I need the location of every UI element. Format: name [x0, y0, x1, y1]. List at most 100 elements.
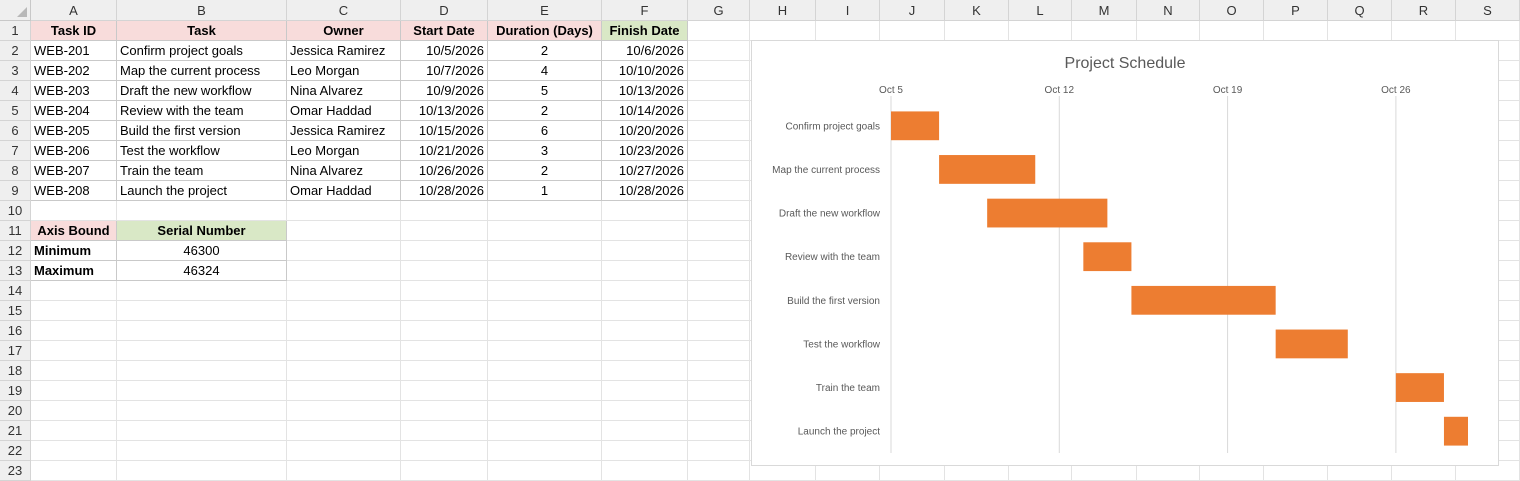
- column-header-s[interactable]: S: [1456, 0, 1520, 21]
- task-name-cell[interactable]: Test the workflow: [117, 141, 287, 161]
- column-header-l[interactable]: L: [1009, 0, 1072, 21]
- finish-date-cell[interactable]: 10/28/2026: [602, 181, 688, 201]
- finish-date-cell[interactable]: 10/23/2026: [602, 141, 688, 161]
- row-header-15[interactable]: 15: [0, 301, 31, 321]
- row-header-2[interactable]: 2: [0, 41, 31, 61]
- row-header-11[interactable]: 11: [0, 221, 31, 241]
- finish-date-cell[interactable]: 10/10/2026: [602, 61, 688, 81]
- task-id-cell[interactable]: WEB-207: [31, 161, 117, 181]
- finish-date-cell[interactable]: 10/14/2026: [602, 101, 688, 121]
- finish-date-cell[interactable]: 10/13/2026: [602, 81, 688, 101]
- serial-number-header[interactable]: Serial Number: [117, 221, 287, 241]
- start-date-cell[interactable]: 10/15/2026: [401, 121, 488, 141]
- start-date-header[interactable]: Start Date: [401, 21, 488, 41]
- serial-number-cell[interactable]: 46300: [117, 241, 287, 261]
- owner-cell[interactable]: Jessica Ramirez: [287, 121, 401, 141]
- column-header-r[interactable]: R: [1392, 0, 1456, 21]
- task-name-cell[interactable]: Map the current process: [117, 61, 287, 81]
- column-header-a[interactable]: A: [31, 0, 117, 21]
- duration-cell[interactable]: 2: [488, 101, 602, 121]
- owner-cell[interactable]: Leo Morgan: [287, 61, 401, 81]
- row-header-13[interactable]: 13: [0, 261, 31, 281]
- task-name-cell[interactable]: Confirm project goals: [117, 41, 287, 61]
- owner-header[interactable]: Owner: [287, 21, 401, 41]
- column-header-h[interactable]: H: [750, 0, 816, 21]
- column-header-m[interactable]: M: [1072, 0, 1137, 21]
- start-date-cell[interactable]: 10/26/2026: [401, 161, 488, 181]
- row-header-10[interactable]: 10: [0, 201, 31, 221]
- owner-cell[interactable]: Nina Alvarez: [287, 81, 401, 101]
- start-date-cell[interactable]: 10/13/2026: [401, 101, 488, 121]
- duration-cell[interactable]: 1: [488, 181, 602, 201]
- task-name-cell[interactable]: Build the first version: [117, 121, 287, 141]
- task-id-cell[interactable]: WEB-201: [31, 41, 117, 61]
- select-all-corner[interactable]: [0, 0, 31, 21]
- duration-cell[interactable]: 2: [488, 41, 602, 61]
- column-header-q[interactable]: Q: [1328, 0, 1392, 21]
- column-header-j[interactable]: J: [880, 0, 945, 21]
- column-header-p[interactable]: P: [1264, 0, 1328, 21]
- row-header-16[interactable]: 16: [0, 321, 31, 341]
- owner-cell[interactable]: Jessica Ramirez: [287, 41, 401, 61]
- owner-cell[interactable]: Omar Haddad: [287, 101, 401, 121]
- row-header-14[interactable]: 14: [0, 281, 31, 301]
- task-id-cell[interactable]: WEB-202: [31, 61, 117, 81]
- row-header-1[interactable]: 1: [0, 21, 31, 41]
- row-header-9[interactable]: 9: [0, 181, 31, 201]
- column-header-n[interactable]: N: [1137, 0, 1200, 21]
- row-header-21[interactable]: 21: [0, 421, 31, 441]
- start-date-cell[interactable]: 10/7/2026: [401, 61, 488, 81]
- row-header-7[interactable]: 7: [0, 141, 31, 161]
- finish-date-cell[interactable]: 10/6/2026: [602, 41, 688, 61]
- column-header-i[interactable]: I: [816, 0, 880, 21]
- row-header-4[interactable]: 4: [0, 81, 31, 101]
- task-id-cell[interactable]: WEB-203: [31, 81, 117, 101]
- column-header-e[interactable]: E: [488, 0, 602, 21]
- start-date-cell[interactable]: 10/9/2026: [401, 81, 488, 101]
- task-id-header[interactable]: Task ID: [31, 21, 117, 41]
- row-header-23[interactable]: 23: [0, 461, 31, 481]
- start-date-cell[interactable]: 10/5/2026: [401, 41, 488, 61]
- column-header-g[interactable]: G: [688, 0, 750, 21]
- row-header-17[interactable]: 17: [0, 341, 31, 361]
- row-header-20[interactable]: 20: [0, 401, 31, 421]
- task-id-cell[interactable]: WEB-206: [31, 141, 117, 161]
- duration-cell[interactable]: 5: [488, 81, 602, 101]
- finish-date-cell[interactable]: 10/27/2026: [602, 161, 688, 181]
- owner-cell[interactable]: Nina Alvarez: [287, 161, 401, 181]
- gantt-chart[interactable]: Project Schedule Oct 5 Oct 12 Oct 19 Oct 26 C…: [751, 40, 1499, 466]
- axis-bound-label-cell[interactable]: Minimum: [31, 241, 117, 261]
- spreadsheet[interactable]: ABCDEFGHIJKLMNOPQRS 1 2 3 4 5 6 7 8 9 10 11 12 13 14 1…: [0, 0, 1520, 481]
- column-header-d[interactable]: D: [401, 0, 488, 21]
- serial-number-cell[interactable]: 46324: [117, 261, 287, 281]
- axis-bound-label-cell[interactable]: Maximum: [31, 261, 117, 281]
- duration-cell[interactable]: 4: [488, 61, 602, 81]
- column-header-o[interactable]: O: [1200, 0, 1264, 21]
- task-name-cell[interactable]: Train the team: [117, 161, 287, 181]
- row-header-5[interactable]: 5: [0, 101, 31, 121]
- owner-cell[interactable]: Omar Haddad: [287, 181, 401, 201]
- task-name-cell[interactable]: Review with the team: [117, 101, 287, 121]
- start-date-cell[interactable]: 10/21/2026: [401, 141, 488, 161]
- owner-cell[interactable]: Leo Morgan: [287, 141, 401, 161]
- row-header-6[interactable]: 6: [0, 121, 31, 141]
- row-header-22[interactable]: 22: [0, 441, 31, 461]
- row-header-18[interactable]: 18: [0, 361, 31, 381]
- finish-date-cell[interactable]: 10/20/2026: [602, 121, 688, 141]
- column-header-k[interactable]: K: [945, 0, 1009, 21]
- row-header-19[interactable]: 19: [0, 381, 31, 401]
- task-name-cell[interactable]: Launch the project: [117, 181, 287, 201]
- finish-date-header[interactable]: Finish Date: [602, 21, 688, 41]
- task-header[interactable]: Task: [117, 21, 287, 41]
- start-date-cell[interactable]: 10/28/2026: [401, 181, 488, 201]
- column-header-f[interactable]: F: [602, 0, 688, 21]
- axis-bound-header[interactable]: Axis Bound: [31, 221, 117, 241]
- duration-header[interactable]: Duration (Days): [488, 21, 602, 41]
- row-header-3[interactable]: 3: [0, 61, 31, 81]
- column-header-b[interactable]: B: [117, 0, 287, 21]
- duration-cell[interactable]: 3: [488, 141, 602, 161]
- column-header-c[interactable]: C: [287, 0, 401, 21]
- duration-cell[interactable]: 6: [488, 121, 602, 141]
- task-id-cell[interactable]: WEB-204: [31, 101, 117, 121]
- task-id-cell[interactable]: WEB-208: [31, 181, 117, 201]
